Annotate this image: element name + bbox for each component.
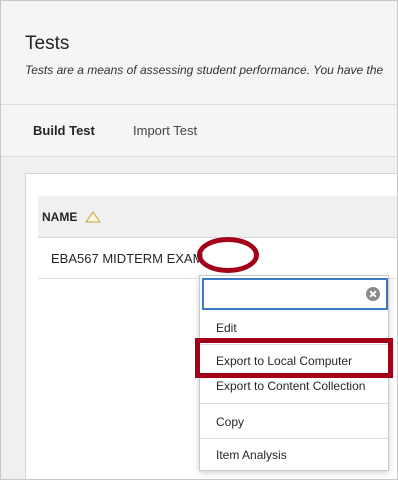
- page-title: Tests: [25, 33, 70, 54]
- clear-icon[interactable]: [366, 287, 380, 301]
- tab-build-test[interactable]: Build Test: [33, 123, 95, 138]
- menu-search-box: [202, 278, 388, 310]
- annotation-rectangle: [195, 338, 393, 378]
- page-description: Tests are a means of assessing student p…: [25, 63, 384, 77]
- table-row-name[interactable]: EBA567 MIDTERM EXAM: [51, 251, 203, 266]
- app-frame: Tests Tests are a means of assessing stu…: [0, 0, 398, 480]
- tab-bar: Build Test Import Test: [1, 105, 397, 157]
- menu-divider: [200, 403, 388, 404]
- menu-item-copy[interactable]: Copy: [200, 406, 388, 439]
- menu-item-item-analysis[interactable]: Item Analysis: [200, 439, 388, 472]
- sort-ascending-icon[interactable]: [85, 211, 101, 223]
- annotation-ellipse: [197, 237, 259, 273]
- column-header-name[interactable]: NAME: [42, 210, 77, 224]
- menu-search-input[interactable]: [204, 280, 354, 308]
- table-header: NAME: [38, 196, 397, 238]
- tab-import-test[interactable]: Import Test: [133, 123, 197, 138]
- page-header: Tests Tests are a means of assessing stu…: [1, 1, 397, 105]
